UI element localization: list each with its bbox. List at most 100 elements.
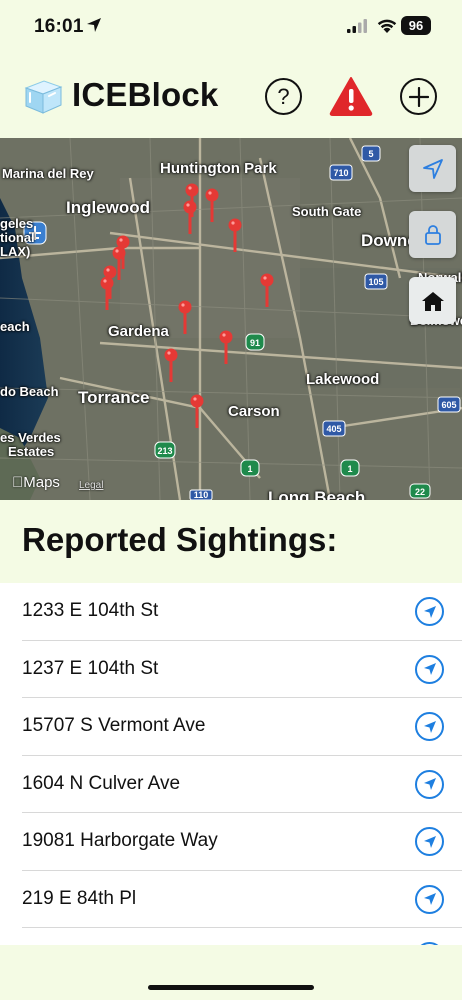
recenter-location-button[interactable] (409, 145, 456, 192)
svg-text:22: 22 (415, 487, 425, 497)
app-header: ICEBlock ? (0, 62, 462, 132)
home-icon (421, 291, 444, 311)
map-label: tional (0, 230, 35, 245)
map-label: Gardena (108, 323, 169, 340)
navigate-arrow-icon (423, 778, 436, 790)
route-shield: 405 (322, 420, 346, 437)
list-item[interactable]: 1604 N Culver Ave (22, 756, 462, 813)
satellite-map-base: 5 710 105 91 605 405 213 1 1 110 22 (0, 138, 462, 500)
sighting-address: 19081 Harborgate Way (22, 830, 218, 852)
svg-text:105: 105 (368, 277, 383, 287)
map-label: Carson (228, 403, 280, 420)
report-warning-button[interactable] (329, 76, 373, 116)
navigate-arrow-icon (423, 720, 436, 733)
navigate-arrow-icon (423, 663, 436, 675)
navigate-arrow-icon (423, 605, 436, 618)
sightings-list: 1233 E 104th St 1237 E 104th St 15707 S … (0, 583, 462, 945)
map-label: Long Beach (268, 488, 366, 500)
list-item[interactable]: 19081 Harborgate Way (22, 813, 462, 871)
svg-text:5: 5 (368, 149, 373, 159)
sighting-pin[interactable] (219, 330, 233, 364)
svg-text:605: 605 (441, 400, 456, 410)
lock-map-button[interactable] (409, 211, 456, 258)
sighting-pin[interactable] (190, 394, 204, 428)
legal-link[interactable]: Legal (79, 480, 103, 491)
list-item[interactable]: 219 E 84th Pl (22, 871, 462, 928)
section-title: Reported Sightings: (22, 521, 338, 558)
clock: 16:01 (34, 16, 84, 37)
svg-text:1: 1 (247, 464, 252, 474)
list-item[interactable]: 1233 E 104th St (22, 583, 462, 641)
sighting-address: 1237 E 104th St (22, 657, 159, 679)
svg-text:1: 1 (347, 464, 352, 474)
map-label: LAX) (0, 244, 31, 259)
add-sighting-button[interactable] (400, 78, 437, 115)
route-shield: 110 (189, 489, 213, 500)
battery-indicator: 96 (401, 16, 431, 35)
cellular-signal-icon (347, 19, 367, 33)
sighting-address: 1604 N Culver Ave (22, 772, 181, 794)
route-shield: 1 (240, 459, 260, 477)
route-shield: 91 (245, 333, 265, 351)
plus-icon (408, 86, 429, 107)
sighting-pin[interactable] (260, 273, 274, 307)
map-label: each (0, 319, 30, 334)
navigate-button[interactable] (415, 654, 444, 684)
route-shield: 710 (329, 164, 353, 181)
lock-icon (424, 224, 441, 245)
navigate-button[interactable] (415, 884, 444, 914)
wifi-icon (377, 19, 397, 33)
navigate-arrow-icon (423, 893, 436, 905)
sighting-pin[interactable] (164, 348, 178, 382)
sighting-pin[interactable] (100, 276, 114, 310)
map-label: Torrance (78, 388, 150, 407)
svg-text:405: 405 (326, 424, 341, 434)
sighting-pin[interactable] (205, 188, 219, 222)
location-services-icon (87, 18, 101, 32)
app-title: ICEBlock (72, 76, 219, 113)
map-label: Marina del Rey (2, 166, 94, 181)
map-label: do Beach (0, 384, 59, 399)
home-indicator[interactable] (148, 985, 314, 990)
map-label: Estates (8, 444, 55, 459)
navigate-button[interactable] (415, 712, 444, 741)
sightings-map[interactable]: 5 710 105 91 605 405 213 1 1 110 22 Hunt… (0, 138, 462, 500)
ice-cube-logo (24, 80, 63, 114)
sighting-address: 15707 S Vermont Ave (22, 715, 206, 737)
list-item-partial[interactable] (22, 928, 462, 945)
sighting-pin[interactable] (178, 300, 192, 334)
route-shield: 22 (409, 483, 431, 499)
sighting-address: 219 E 84th Pl (22, 887, 137, 909)
help-icon: ? (277, 83, 290, 109)
location-arrow-icon (422, 158, 443, 179)
svg-text:110: 110 (194, 490, 209, 500)
help-button[interactable]: ? (265, 78, 302, 115)
navigate-button[interactable] (415, 769, 444, 799)
list-item[interactable]: 15707 S Vermont Ave (22, 698, 462, 756)
route-shield: 105 (364, 273, 388, 290)
navigate-arrow-icon (423, 835, 436, 848)
map-label: es Verdes (0, 430, 61, 445)
route-shield: 5 (361, 145, 381, 162)
sighting-pin[interactable] (183, 200, 197, 234)
navigate-button[interactable] (415, 942, 444, 945)
map-label: South Gate (292, 204, 362, 219)
home-button[interactable] (409, 277, 456, 324)
route-shield: 1 (340, 459, 360, 477)
list-item[interactable]: 1237 E 104th St (22, 641, 462, 698)
route-shield: 213 (154, 441, 176, 459)
map-label: Lakewood (306, 371, 380, 388)
sighting-pin[interactable] (228, 218, 242, 252)
status-bar: 16:01 96 (0, 0, 462, 52)
map-label: geles (0, 216, 34, 231)
sighting-address: 1233 E 104th St (22, 600, 159, 622)
svg-text:710: 710 (333, 168, 348, 178)
svg-text:213: 213 (157, 446, 172, 456)
maps-attribution: Maps (12, 474, 60, 491)
navigate-button[interactable] (415, 827, 444, 856)
map-label: Huntington Park (160, 160, 277, 177)
route-shield: 605 (437, 396, 461, 413)
navigate-button[interactable] (415, 597, 444, 626)
svg-text:91: 91 (250, 338, 260, 348)
map-label: Inglewood (66, 198, 151, 217)
